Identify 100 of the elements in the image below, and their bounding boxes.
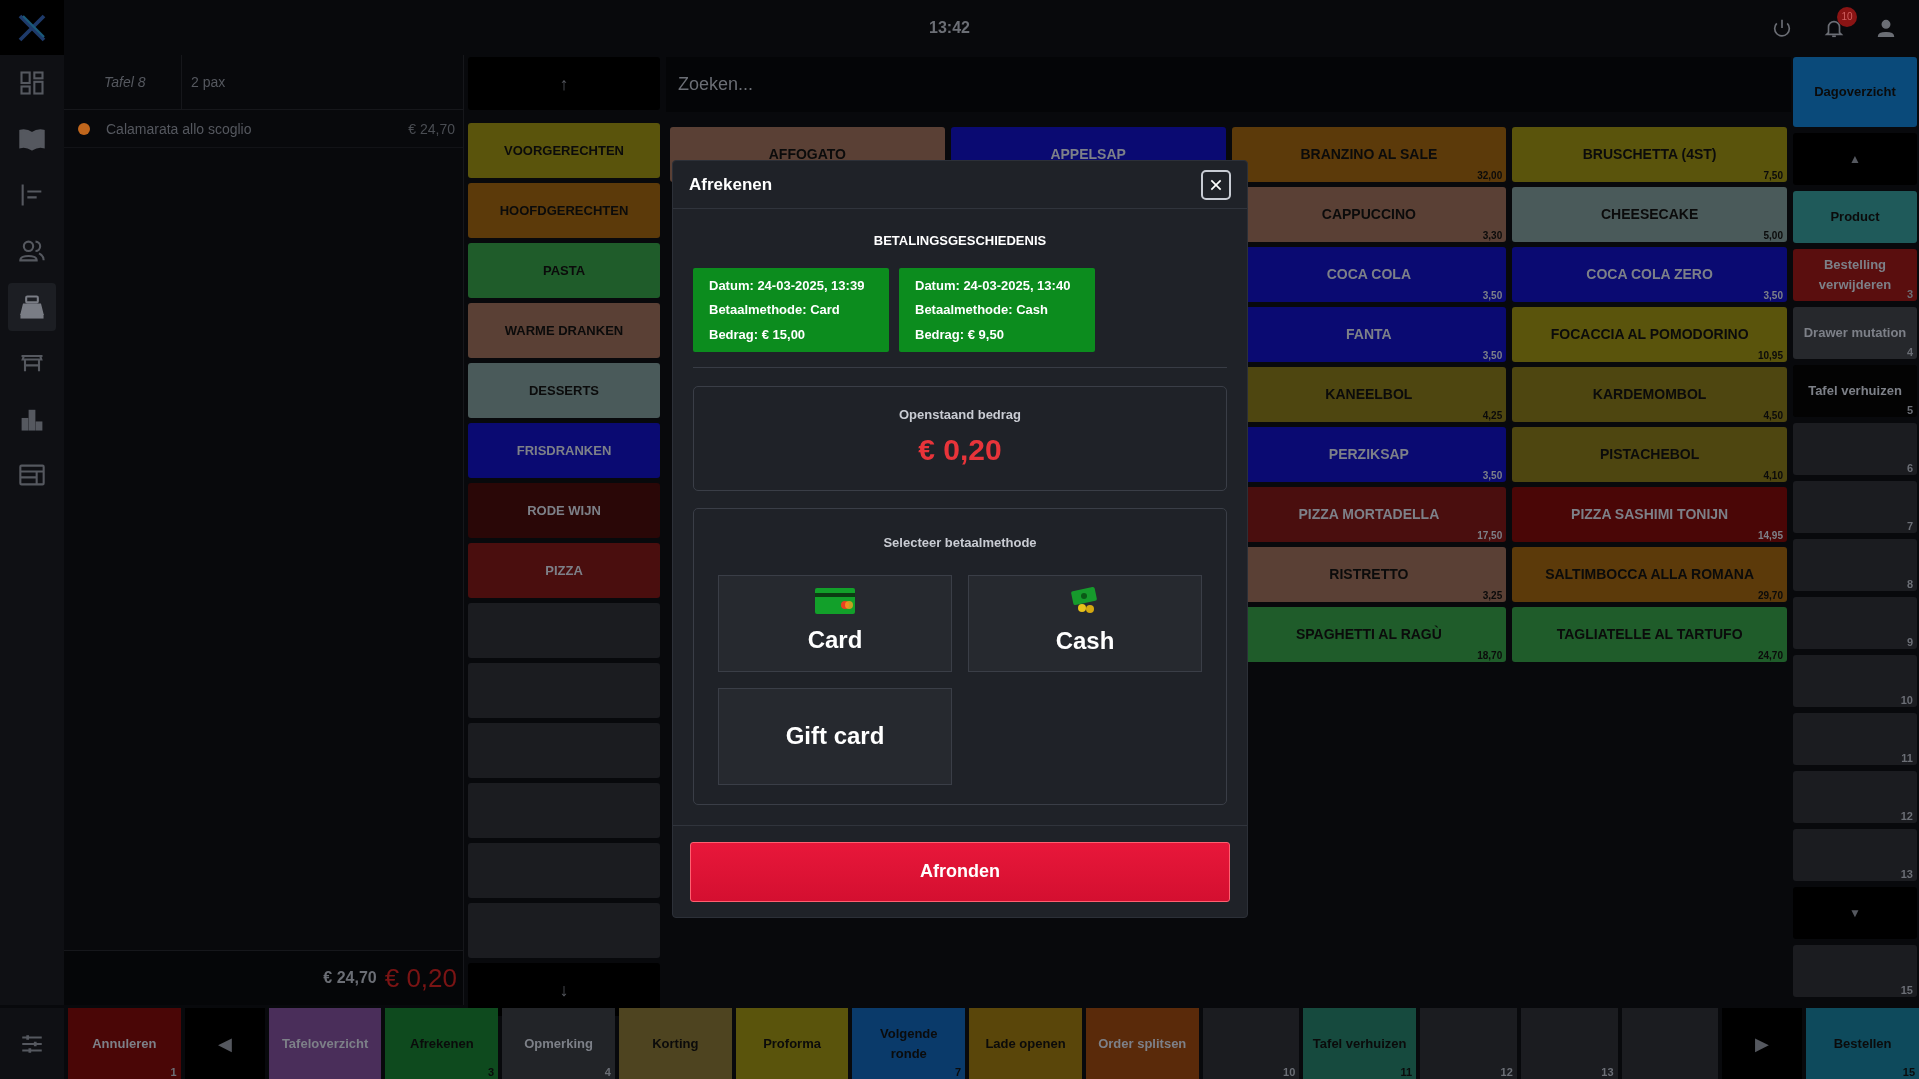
payment-method-button[interactable]: Gift card (718, 687, 952, 785)
menu-item-button[interactable]: BRUSCHETTA (4ST) 7,50 (1512, 127, 1787, 182)
toolbar-button[interactable]: Bestellen 15 (1806, 1008, 1919, 1079)
empty-slot[interactable]: 11 (1793, 713, 1917, 765)
money-icon (1070, 587, 1100, 615)
menu-item-button[interactable]: CHEESECAKE 5,00 (1512, 187, 1787, 242)
category-button[interactable]: DESSERTS (468, 363, 660, 418)
confirm-button[interactable]: Afronden (690, 841, 1230, 902)
notification-badge: 10 (1837, 6, 1857, 27)
arrow-button[interactable]: ▲ (1793, 133, 1917, 185)
arrow-button[interactable]: ▶ (1722, 1008, 1803, 1079)
section-title: Selecteer betaalmethode (883, 534, 1037, 552)
toolbar-button[interactable]: Afrekenen 3 (385, 1008, 499, 1079)
shortcut-number: 12 (1500, 1066, 1513, 1078)
search-field[interactable]: Zoeken... (666, 57, 1791, 112)
cash-register-icon (18, 293, 46, 321)
category-button[interactable]: VOORGERECHTEN (468, 123, 660, 178)
empty-slot[interactable]: 10 (1793, 655, 1917, 707)
category-button[interactable]: PASTA (468, 243, 660, 298)
item-price: 3,50 (1482, 470, 1503, 481)
menu-item-button[interactable]: FOCACCIA AL POMODORINO 10,95 (1512, 307, 1787, 362)
category-button[interactable]: FRISDRANKEN (468, 423, 660, 478)
empty-slot[interactable]: 10 (1202, 1008, 1300, 1079)
toolbar-button[interactable]: Tafel verhuizen 11 (1303, 1008, 1417, 1079)
sidebar-item[interactable] (8, 283, 56, 331)
payment-method-button[interactable]: Cash (968, 574, 1202, 672)
toolbar-button[interactable]: Opmerking 4 (502, 1008, 615, 1079)
item-price: 32,00 (1477, 170, 1503, 181)
toolbar-button[interactable]: Proforma (735, 1008, 849, 1079)
order-total: € 24,70 (323, 968, 377, 988)
shortcut-number: 15 (1902, 1066, 1915, 1078)
menu-item-button[interactable]: TAGLIATELLE AL TARTUFO 24,70 (1512, 607, 1787, 662)
menu-item-button[interactable]: BRANZINO AL SALE 32,00 (1231, 127, 1507, 182)
item-price: 14,95 (1757, 530, 1783, 541)
payment-detail: Datum: 24-03-2025, 13:39 (709, 276, 866, 295)
payment-detail: Datum: 24-03-2025, 13:40 (915, 276, 1072, 295)
toolbar-button[interactable]: Volgende ronde 7 (852, 1008, 966, 1079)
empty-slot[interactable]: 7 (1793, 481, 1917, 533)
order-item-name[interactable]: Calamarata allo scoglio (104, 118, 383, 139)
arrow-button[interactable]: ◀ (184, 1008, 265, 1079)
toolbar-button[interactable]: Korting (618, 1008, 732, 1079)
empty-slot[interactable]: 8 (1793, 539, 1917, 591)
shortcut-number: 7 (1906, 520, 1913, 532)
payment-detail: Bedrag: € 15,00 (709, 325, 807, 344)
arrow-button[interactable]: ↑ (468, 57, 660, 110)
payment-detail: Betaalmethode: Card (709, 301, 841, 319)
toolbar-button[interactable]: Order splitsen (1085, 1008, 1199, 1079)
order-item-price: € 24,70 (407, 119, 456, 139)
item-price: 4,25 (1482, 410, 1503, 421)
empty-slot[interactable]: 9 (1793, 597, 1917, 649)
shortcut-number: 12 (1900, 810, 1913, 822)
empty-slot[interactable]: 15 (1793, 945, 1917, 997)
action-button[interactable]: Drawer mutation 4 (1793, 307, 1917, 359)
outstanding-label: Openstaand bedrag (898, 406, 1022, 425)
table-name: Tafel 8 (104, 73, 146, 92)
shortcut-number: 13 (1601, 1066, 1614, 1078)
shortcut-number: 8 (1906, 578, 1913, 590)
menu-item-button[interactable]: PISTACHEBOL 4,10 (1512, 427, 1787, 482)
action-button[interactable]: Dagoverzicht (1793, 57, 1917, 127)
item-price: 3,30 (1482, 230, 1503, 241)
item-price: 18,70 (1477, 650, 1503, 661)
action-button[interactable]: Tafel verhuizen 5 (1793, 365, 1917, 417)
category-button[interactable]: PIZZA (468, 543, 660, 598)
category-button[interactable]: RODE WIJN (468, 483, 660, 538)
shortcut-number: 10 (1900, 694, 1913, 706)
empty-slot[interactable]: 13 (1793, 829, 1917, 881)
empty-slot[interactable]: 13 (1520, 1008, 1618, 1079)
shortcut-number: 11 (1400, 1066, 1413, 1078)
item-price: 4,50 (1763, 410, 1783, 421)
empty-slot[interactable]: 12 (1420, 1008, 1517, 1079)
shortcut-number: 15 (1900, 984, 1913, 996)
shortcut-number: 4 (1906, 346, 1913, 358)
item-price: 3,50 (1482, 350, 1503, 361)
dashboard-icon (18, 69, 46, 97)
action-button[interactable]: Bestelling verwijderen 3 (1793, 249, 1917, 301)
menu-item-button[interactable]: PIZZA SASHIMI TONIJN 14,95 (1512, 487, 1787, 542)
section-title: BETALINGSGESCHIEDENIS (873, 232, 1047, 250)
toolbar-button[interactable]: Tafeloverzicht (268, 1008, 382, 1079)
guest-count: 2 pax (191, 73, 226, 92)
item-price: 3,25 (1482, 590, 1503, 601)
close-button[interactable] (1201, 169, 1231, 200)
empty-slot[interactable]: 12 (1793, 771, 1917, 823)
payment-detail: Betaalmethode: Cash (915, 301, 1049, 319)
shortcut-number: 5 (1906, 404, 1913, 416)
category-button[interactable]: HOOFDGERECHTEN (468, 183, 660, 238)
outstanding-amount: € 0,20 (384, 961, 457, 995)
empty-slot[interactable]: 6 (1793, 423, 1917, 475)
menu-item-button[interactable]: KARDEMOMBOL 4,50 (1512, 367, 1787, 422)
item-price: 29,70 (1757, 590, 1783, 601)
payment-method-button[interactable]: Card (718, 574, 952, 672)
shortcut-number: 10 (1283, 1066, 1296, 1078)
item-price: 4,10 (1763, 470, 1783, 481)
menu-item-button[interactable]: COCA COLA ZERO 3,50 (1512, 247, 1787, 302)
toolbar-button[interactable]: Lade openen (969, 1008, 1082, 1079)
toolbar-button[interactable]: Annuleren 1 (68, 1008, 181, 1079)
arrow-button[interactable]: ▼ (1793, 887, 1917, 939)
menu-item-button[interactable]: SALTIMBOCCA ALLA ROMANA 29,70 (1512, 547, 1787, 602)
clock-time: 13:42 (929, 17, 970, 38)
category-button[interactable]: WARME DRANKEN (468, 303, 660, 358)
action-button[interactable]: Product (1793, 191, 1917, 243)
